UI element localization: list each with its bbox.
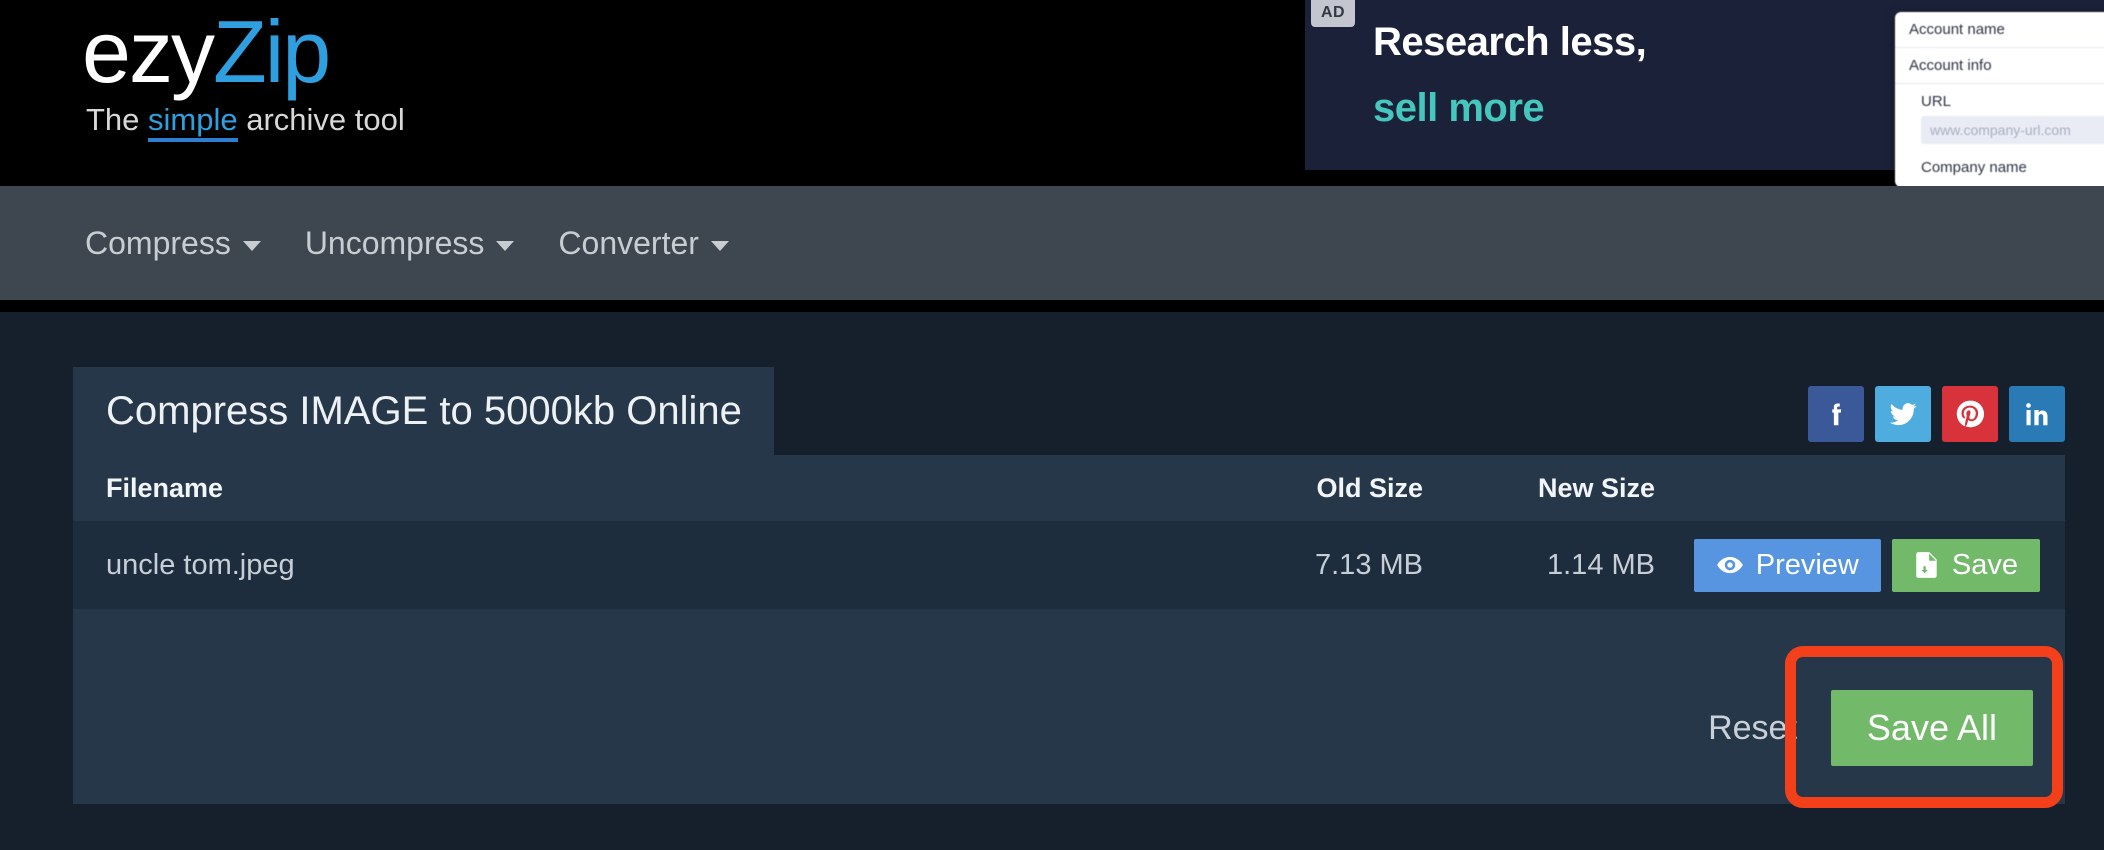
logo-text-ezy: ezy	[82, 2, 215, 101]
reset-button[interactable]: Reset	[1708, 709, 1797, 748]
save-button-label: Save	[1951, 548, 2018, 581]
navbar-container: Compress Uncompress Converter	[0, 186, 2104, 312]
site-logo[interactable]: ezyZip The simple archive tool	[82, 8, 405, 142]
chevron-down-icon	[242, 241, 261, 251]
column-header-old-size: Old Size	[1316, 472, 1423, 503]
site-header: ezyZip The simple archive tool AD Resear…	[0, 0, 2104, 204]
nav-item-converter[interactable]: Converter	[558, 225, 729, 262]
results-table: Filename Old Size New Size uncle tom.jpe…	[73, 455, 2065, 609]
compress-result-card: Compress IMAGE to 5000kb Online Filename…	[73, 367, 2065, 808]
save-all-wrapper: Save All	[1784, 646, 2063, 808]
save-all-button[interactable]: Save All	[1830, 690, 2033, 766]
card-footer-actions: Reset Save All	[73, 646, 2065, 808]
ad-mock-row-company-name: Company name	[1921, 159, 2027, 176]
page-title: Compress IMAGE to 5000kb Online	[73, 367, 774, 455]
nav-item-compress[interactable]: Compress	[85, 225, 261, 262]
ad-headline-line2: sell more	[1373, 85, 1545, 130]
cell-new-size: 1.14 MB	[1547, 548, 1655, 581]
pinterest-icon	[1954, 398, 1986, 430]
table-row: uncle tom.jpeg 7.13 MB 1.14 MB Preview S…	[73, 521, 2065, 609]
ad-mock-form: Account name Account info URL www.compan…	[1895, 12, 2104, 187]
main-navigation: Compress Uncompress Converter	[0, 186, 2104, 300]
share-linkedin-button[interactable]	[2009, 386, 2065, 442]
twitter-icon	[1887, 398, 1919, 430]
facebook-icon	[1821, 399, 1851, 429]
cell-old-size: 7.13 MB	[1315, 548, 1423, 581]
ad-mock-row-account-name: Account name	[1895, 12, 2104, 48]
table-header-row: Filename Old Size New Size	[73, 455, 2065, 521]
chevron-down-icon	[496, 241, 515, 251]
ad-label: AD	[1311, 0, 1356, 27]
nav-item-label: Compress	[85, 224, 231, 261]
ad-mock-url-input: www.company-url.com	[1921, 116, 2104, 144]
save-button[interactable]: Save	[1891, 538, 2040, 592]
tagline-accent: simple	[148, 102, 238, 142]
logo-wordmark: ezyZip	[82, 8, 401, 96]
share-pinterest-button[interactable]	[1942, 386, 1998, 442]
logo-tagline: The simple archive tool	[86, 102, 405, 142]
chevron-down-icon	[710, 241, 729, 251]
nav-item-label: Converter	[558, 224, 699, 261]
ad-headline: Research less, sell more	[1373, 16, 1647, 135]
social-share-bar	[1808, 386, 2065, 442]
nav-item-uncompress[interactable]: Uncompress	[305, 225, 515, 262]
share-facebook-button[interactable]	[1808, 386, 1864, 442]
linkedin-icon	[2022, 399, 2052, 429]
cell-actions: Preview Save	[1655, 538, 2065, 592]
share-twitter-button[interactable]	[1875, 386, 1931, 442]
ad-mock-row-account-info: Account info	[1895, 48, 2104, 84]
column-header-filename: Filename	[106, 472, 224, 503]
ad-headline-line1: Research less,	[1373, 20, 1647, 64]
tagline-pre: The	[86, 102, 149, 137]
preview-button-label: Preview	[1755, 548, 1859, 581]
main-content: Compress IMAGE to 5000kb Online Filename…	[0, 312, 2104, 850]
column-header-new-size: New Size	[1537, 472, 1655, 503]
tagline-post: archive tool	[237, 102, 405, 137]
cell-filename: uncle tom.jpeg	[106, 548, 295, 581]
logo-text-zip: Zip	[212, 2, 331, 101]
ad-mock-row-url: URL	[1921, 93, 1952, 110]
nav-item-label: Uncompress	[304, 224, 485, 261]
file-download-icon	[1914, 551, 1940, 579]
preview-button[interactable]: Preview	[1693, 538, 1881, 592]
eye-icon	[1716, 551, 1744, 579]
